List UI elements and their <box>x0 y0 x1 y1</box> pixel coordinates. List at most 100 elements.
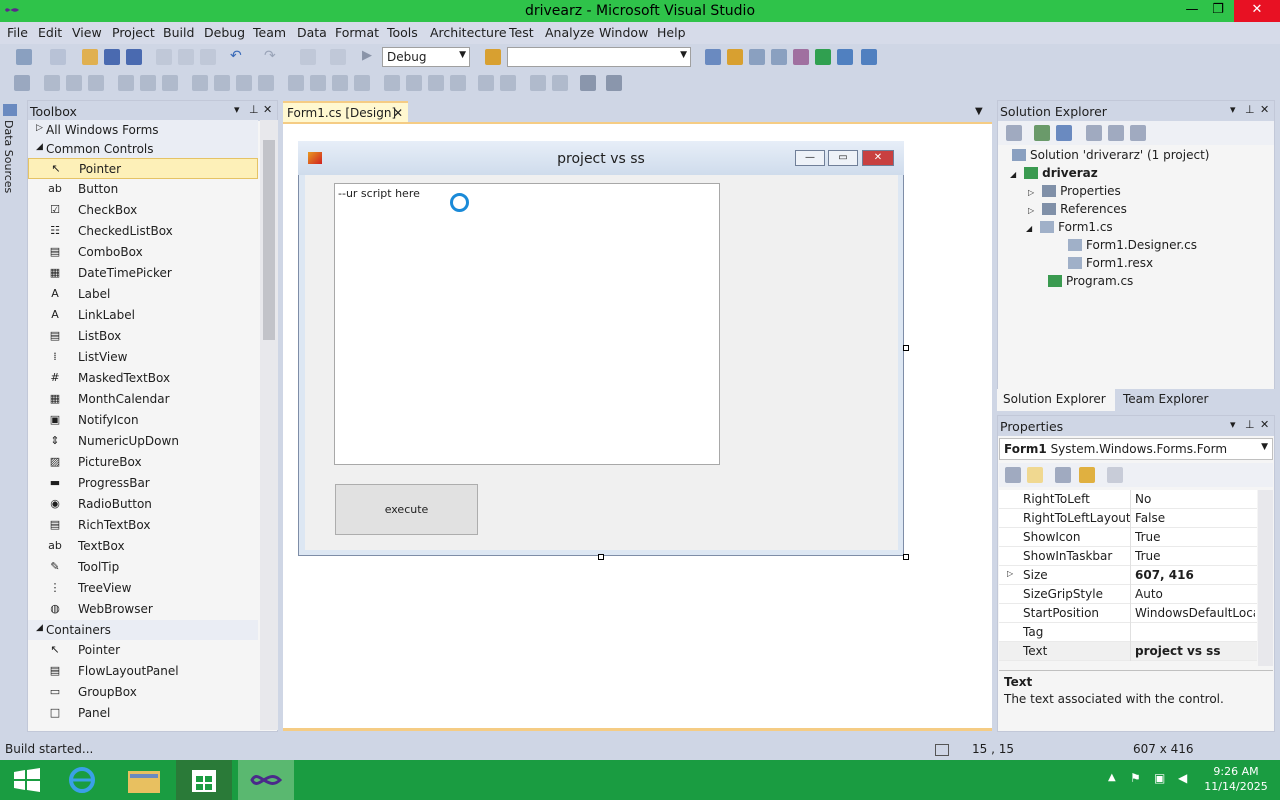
script-textbox[interactable]: --ur script here <box>334 183 720 465</box>
toolbox-item-date-time-picker[interactable]: ▦ DateTimePicker <box>28 263 258 284</box>
tree-form1[interactable]: ◢ Form1.cs <box>1026 220 1113 234</box>
undo-icon[interactable]: ↶ <box>230 49 246 65</box>
properties-scrollbar[interactable] <box>1258 490 1273 666</box>
toolbox-icon[interactable] <box>771 49 787 65</box>
properties-view-icon[interactable] <box>1055 467 1071 483</box>
taskbar-store[interactable] <box>176 760 232 800</box>
cut-icon[interactable] <box>156 49 172 65</box>
increase-spacing-icon[interactable] <box>310 75 326 91</box>
navigate-forward-icon[interactable] <box>330 49 346 65</box>
close-icon[interactable]: ✕ <box>1260 418 1269 431</box>
menu-format[interactable]: Format <box>335 25 379 40</box>
expand-icon[interactable]: ▷ <box>1007 569 1013 578</box>
extensions-icon[interactable] <box>793 49 809 65</box>
properties-window-icon[interactable] <box>727 49 743 65</box>
menu-test[interactable]: Test <box>509 25 534 40</box>
tree-form1-resx[interactable]: Form1.resx <box>1068 256 1153 270</box>
show-hidden-icons-icon[interactable]: ▲ <box>1108 772 1116 783</box>
toolbox-item-picture-box[interactable]: ▨ PictureBox <box>28 452 258 473</box>
menu-build[interactable]: Build <box>163 25 194 40</box>
toolbox-item-radio-button[interactable]: ◉ RadioButton <box>28 494 258 515</box>
collapse-all-icon[interactable] <box>1086 125 1102 141</box>
menu-window[interactable]: Window <box>599 25 648 40</box>
start-button[interactable] <box>0 760 56 800</box>
pin-icon[interactable]: ⊥ <box>249 103 259 116</box>
dropdown-icon[interactable]: ▾ <box>1230 103 1236 116</box>
menu-tools[interactable]: Tools <box>387 25 418 40</box>
toolbox-item-button[interactable]: ab Button <box>28 179 258 200</box>
save-all-icon[interactable] <box>126 49 142 65</box>
pin-icon[interactable]: ⊥ <box>1245 103 1255 116</box>
toolbox-item-list-box[interactable]: ▤ ListBox <box>28 326 258 347</box>
taskbar-internet-explorer[interactable] <box>56 760 112 800</box>
categorized-icon[interactable] <box>1005 467 1021 483</box>
toolbox-item-notify-icon[interactable]: ▣ NotifyIcon <box>28 410 258 431</box>
home-icon[interactable] <box>1006 125 1022 141</box>
refresh-icon[interactable] <box>1056 125 1072 141</box>
add-item-icon[interactable] <box>50 49 66 65</box>
toolbox-item-combo-box[interactable]: ▤ ComboBox <box>28 242 258 263</box>
align-tops-icon[interactable] <box>118 75 134 91</box>
close-tab-icon[interactable]: ✕ <box>393 106 403 120</box>
taskbar-file-explorer[interactable] <box>116 760 172 800</box>
decrease-vertical-spacing-icon[interactable] <box>428 75 444 91</box>
navigate-back-icon[interactable] <box>300 49 316 65</box>
resize-handle-corner[interactable] <box>903 554 909 560</box>
new-project-icon[interactable] <box>16 49 32 65</box>
align-centers-icon[interactable] <box>66 75 82 91</box>
toolbox-item-pointer[interactable]: ↖ Pointer <box>28 640 258 661</box>
category-containers[interactable]: ◢ Containers <box>28 620 258 640</box>
tree-references[interactable]: ▷ References <box>1028 202 1127 216</box>
menu-team[interactable]: Team <box>253 25 286 40</box>
menu-debug[interactable]: Debug <box>204 25 245 40</box>
tab-team-explorer[interactable]: Team Explorer <box>1117 389 1247 411</box>
tree-program[interactable]: Program.cs <box>1048 274 1133 288</box>
volume-muted-icon[interactable]: ◀ <box>1178 771 1187 785</box>
alphabetical-icon[interactable] <box>1027 467 1043 483</box>
output-icon[interactable] <box>861 49 877 65</box>
tree-solution[interactable]: Solution 'driverarz' (1 project) <box>1012 148 1209 162</box>
toolbox-item-progress-bar[interactable]: ▬ ProgressBar <box>28 473 258 494</box>
show-all-files-icon[interactable] <box>1108 125 1124 141</box>
tree-project[interactable]: ◢ driveraz <box>1010 166 1098 180</box>
toolbox-item-numeric-up-down[interactable]: ⇕ NumericUpDown <box>28 431 258 452</box>
object-browser-icon[interactable] <box>749 49 765 65</box>
toolbox-item-flow-layout-panel[interactable]: ▤ FlowLayoutPanel <box>28 661 258 682</box>
close-icon[interactable]: ✕ <box>263 103 272 116</box>
dropdown-icon[interactable]: ▾ <box>1230 418 1236 431</box>
property-value[interactable]: True <box>1135 549 1255 563</box>
align-middles-icon[interactable] <box>140 75 156 91</box>
tab-form1-design[interactable]: Form1.cs [Design] ✕ <box>283 101 408 123</box>
increase-vertical-spacing-icon[interactable] <box>406 75 422 91</box>
property-row[interactable]: ShowInTaskbar True <box>999 547 1257 566</box>
property-row[interactable]: RightToLeftLayout False <box>999 509 1257 528</box>
toolbox-item-pointer[interactable]: ↖ Pointer <box>28 158 258 179</box>
property-row[interactable]: ▷ Size 607, 416 <box>999 566 1257 585</box>
network-icon[interactable]: ▣ <box>1154 771 1165 785</box>
toolbox-item-rich-text-box[interactable]: ▤ RichTextBox <box>28 515 258 536</box>
taskbar-clock[interactable]: 9:26 AM 11/14/2025 <box>1196 764 1276 794</box>
toolbox-item-checkbox[interactable]: ☑ CheckBox <box>28 200 258 221</box>
horizontal-spacing-icon[interactable] <box>288 75 304 91</box>
configuration-select[interactable]: Debug ▼ <box>382 47 470 67</box>
execute-button[interactable]: execute <box>335 484 478 535</box>
decrease-spacing-icon[interactable] <box>332 75 348 91</box>
toolbox-item-list-view[interactable]: ⁞ ListView <box>28 347 258 368</box>
property-value[interactable]: No <box>1135 492 1255 506</box>
property-value[interactable]: WindowsDefaultLocation <box>1135 606 1255 620</box>
center-horizontally-icon[interactable] <box>478 75 494 91</box>
toolbox-scroll-thumb[interactable] <box>263 140 275 340</box>
property-row[interactable]: SizeGripStyle Auto <box>999 585 1257 604</box>
remove-vertical-spacing-icon[interactable] <box>450 75 466 91</box>
property-value[interactable]: False <box>1135 511 1255 525</box>
resize-handle-right[interactable] <box>903 345 909 351</box>
property-row[interactable]: Tag <box>999 623 1257 642</box>
minimize-button[interactable]: — <box>1178 0 1206 22</box>
property-value[interactable]: Auto <box>1135 587 1255 601</box>
make-same-size-icon[interactable] <box>236 75 252 91</box>
redo-icon[interactable]: ↷ <box>264 49 280 65</box>
menu-project[interactable]: Project <box>112 25 155 40</box>
resize-handle-bottom[interactable] <box>598 554 604 560</box>
make-same-width-icon[interactable] <box>192 75 208 91</box>
action-center-icon[interactable]: ⚑ <box>1130 771 1141 785</box>
